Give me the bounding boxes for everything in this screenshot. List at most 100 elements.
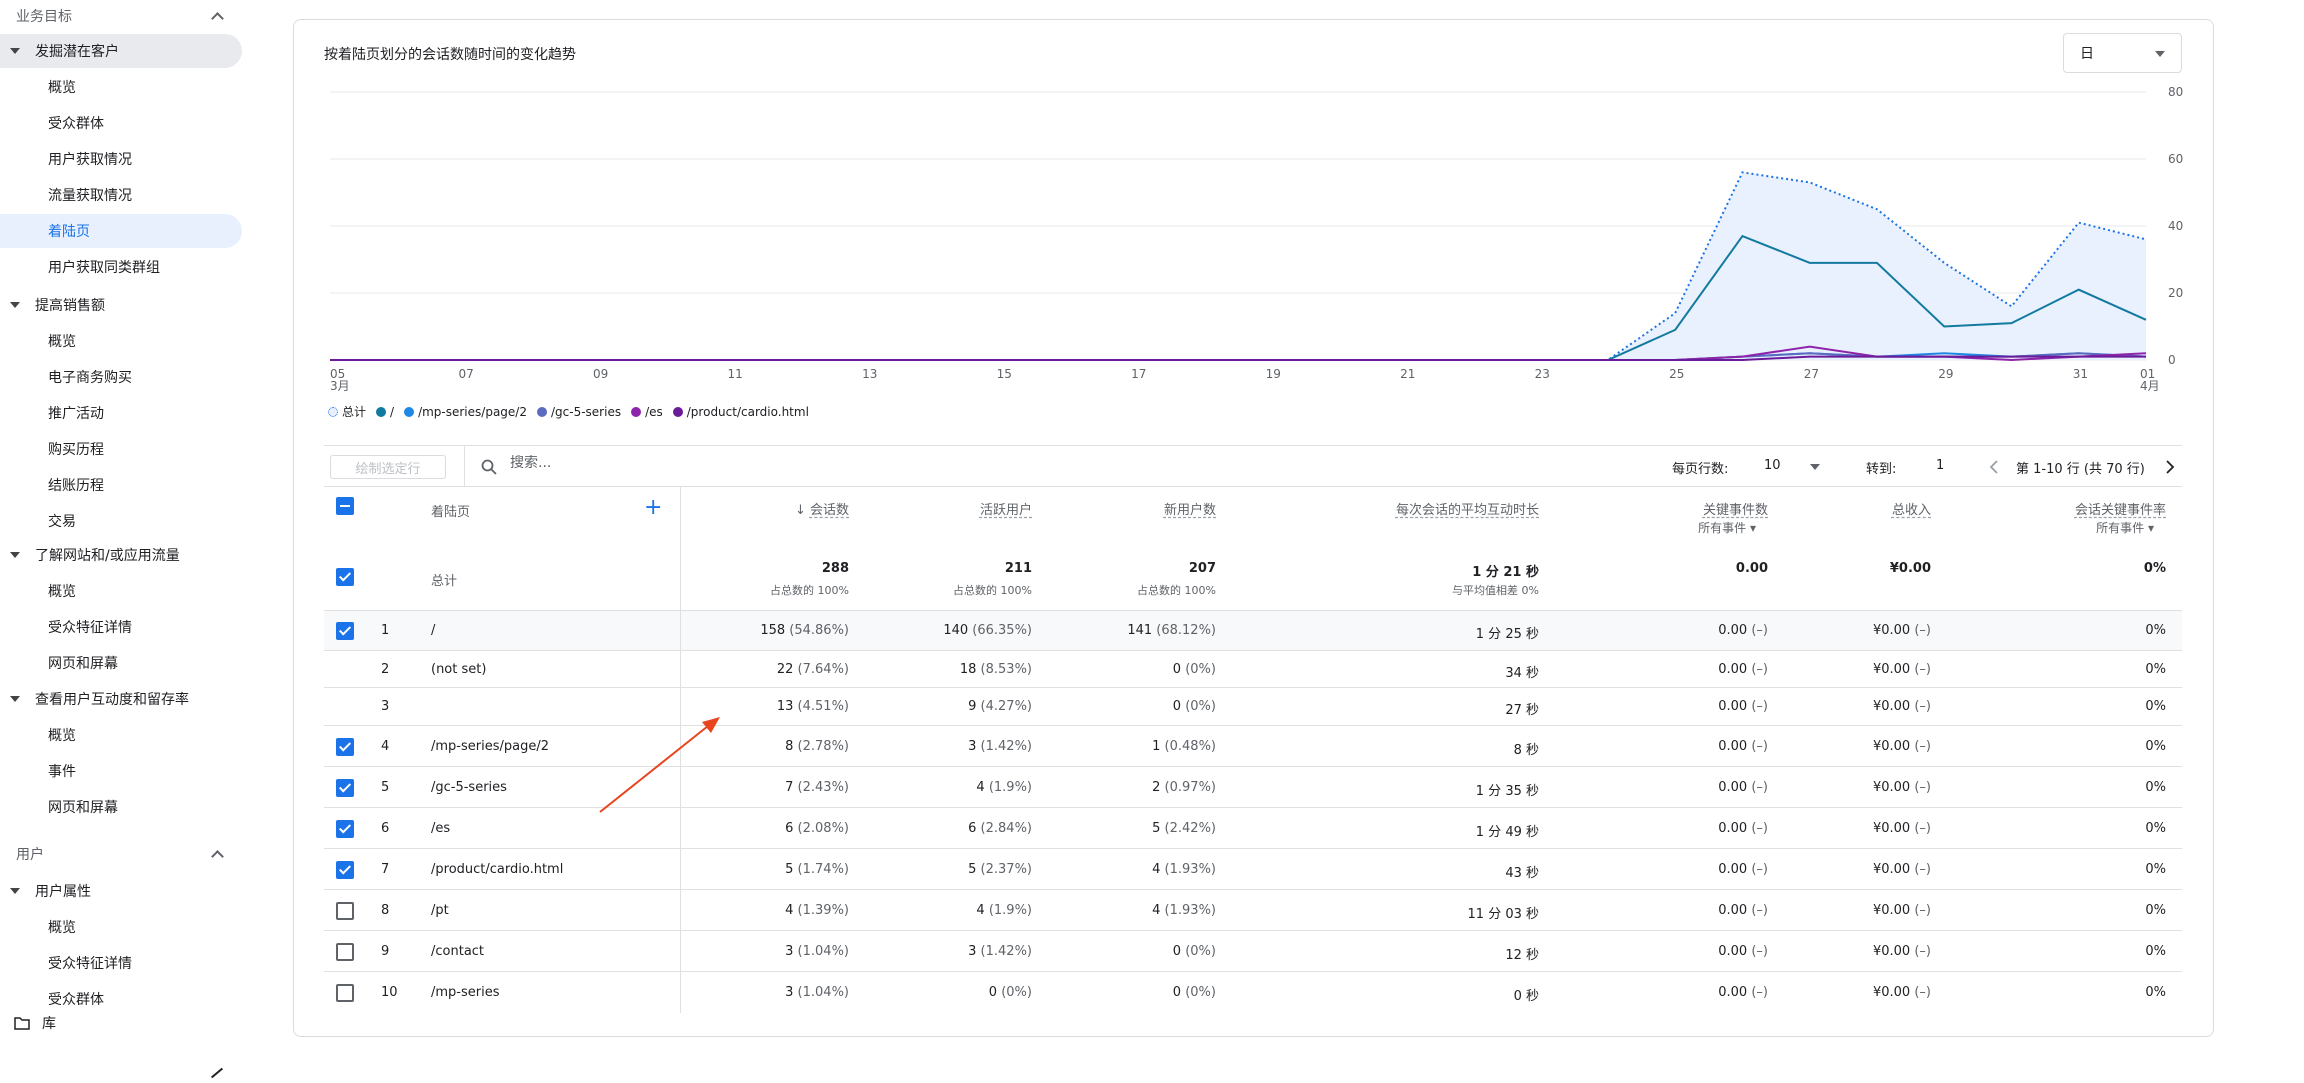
x-tick-label: 11 bbox=[728, 367, 743, 381]
chevron-down-icon bbox=[2155, 51, 2165, 57]
table-row[interactable]: 8/pt 4 (1.39%) 4 (1.9%) 4 (1.93%) 11 分 03 秒0… bbox=[324, 890, 2182, 931]
column-header[interactable]: 会话关键事件率 bbox=[2075, 499, 2166, 518]
plot-rows-button[interactable]: 绘制选定行 bbox=[330, 455, 446, 479]
collapse-icon[interactable] bbox=[210, 1067, 224, 1079]
sidebar-item[interactable]: 受众特征详情 bbox=[0, 610, 242, 644]
cell-key_events: 0.00 (–) bbox=[1718, 780, 1768, 795]
folder-icon bbox=[14, 1016, 30, 1030]
sidebar-item[interactable]: 结账历程 bbox=[0, 468, 242, 502]
column-header[interactable]: 活跃用户 bbox=[980, 499, 1032, 518]
cell-sessions: 13 (4.51%) bbox=[777, 699, 849, 714]
sidebar-item[interactable]: 电子商务购买 bbox=[0, 360, 242, 394]
row-checkbox[interactable] bbox=[336, 738, 354, 756]
goto-page-input[interactable]: 1 bbox=[1936, 458, 1944, 473]
sidebar-group[interactable]: 提高销售额 bbox=[0, 288, 242, 322]
granularity-dropdown[interactable]: 日 bbox=[2063, 33, 2182, 73]
cell-value: ¥0.00 bbox=[1872, 662, 1911, 677]
column-header[interactable]: 每次会话的平均互动时长 bbox=[1396, 499, 1539, 518]
cell-percent: (–) bbox=[1914, 985, 1931, 1000]
chevron-down-icon[interactable] bbox=[1810, 464, 1820, 470]
row-checkbox[interactable] bbox=[336, 820, 354, 838]
legend-item[interactable]: /es bbox=[631, 405, 663, 419]
section-label: 业务目标 bbox=[16, 9, 72, 25]
row-checkbox[interactable] bbox=[336, 902, 354, 920]
column-header[interactable]: 新用户数 bbox=[1164, 499, 1216, 518]
column-sub-dropdown[interactable]: 所有事件 ▾ bbox=[2096, 519, 2154, 536]
sidebar-item[interactable]: 推广活动 bbox=[0, 396, 242, 430]
sidebar-item[interactable]: 事件 bbox=[0, 754, 242, 788]
column-sub-dropdown[interactable]: 所有事件 ▾ bbox=[1698, 519, 1756, 536]
row-index: 1 bbox=[381, 623, 390, 638]
cell-key_events: 0.00 (–) bbox=[1718, 739, 1768, 754]
sidebar-item[interactable]: 概览 bbox=[0, 910, 242, 944]
sidebar-item[interactable]: 用户获取同类群组 bbox=[0, 250, 242, 284]
rows-per-page-select[interactable]: 10 bbox=[1764, 458, 1781, 473]
sidebar-item[interactable]: 购买历程 bbox=[0, 432, 242, 466]
cell-value: ¥0.00 bbox=[1872, 821, 1911, 836]
legend-dot bbox=[328, 406, 338, 417]
sidebar-group[interactable]: 用户属性 bbox=[0, 874, 242, 908]
table-row[interactable]: 2 (not set) 22 (7.64%) 18 (8.53%) 0 (0%) 34 秒… bbox=[324, 651, 2182, 688]
sidebar-item[interactable]: 概览 bbox=[0, 70, 242, 104]
sidebar-item[interactable]: 流量获取情况 bbox=[0, 178, 242, 212]
sidebar-item[interactable]: 受众特征详情 bbox=[0, 946, 242, 980]
select-all-checkbox[interactable] bbox=[336, 497, 354, 515]
row-checkbox[interactable] bbox=[336, 984, 354, 1002]
cell-percent: (1.39%) bbox=[797, 903, 849, 918]
cell-revenue: ¥0.00 (–) bbox=[1873, 699, 1931, 714]
legend-item[interactable]: / bbox=[376, 405, 394, 419]
sidebar-item[interactable]: 概览 bbox=[0, 718, 242, 752]
table-row[interactable]: 10/mp-series 3 (1.04%) 0 (0%) 0 (0%) 0 秒 0.00… bbox=[324, 972, 2182, 1013]
cell-value: 0 bbox=[1172, 985, 1182, 1000]
legend-item[interactable]: /gc-5-series bbox=[536, 405, 621, 419]
sidebar-section-header[interactable]: 用户 bbox=[0, 838, 242, 870]
legend-item[interactable]: 总计 bbox=[328, 403, 366, 420]
search-input[interactable] bbox=[510, 455, 810, 471]
sidebar-section-header[interactable]: 业务目标 bbox=[0, 0, 242, 32]
add-dimension-icon[interactable]: + bbox=[644, 495, 662, 520]
sidebar-item[interactable]: 着陆页 bbox=[0, 214, 242, 248]
sidebar-item[interactable]: 网页和屏幕 bbox=[0, 790, 242, 824]
cell-avg: 0 秒 bbox=[1514, 985, 1539, 1004]
sidebar-group[interactable]: 发掘潜在客户 bbox=[0, 34, 242, 68]
sidebar-item[interactable]: 概览 bbox=[0, 574, 242, 608]
row-checkbox[interactable] bbox=[336, 943, 354, 961]
sidebar-item[interactable]: 受众群体 bbox=[0, 106, 242, 140]
cell-percent: (68.12%) bbox=[1156, 623, 1216, 638]
sidebar-item[interactable]: 网页和屏幕 bbox=[0, 646, 242, 680]
row-index: 3 bbox=[381, 699, 390, 714]
landing-page: /gc-5-series bbox=[431, 780, 507, 795]
column-header[interactable]: 关键事件数 bbox=[1703, 499, 1768, 518]
sidebar-item[interactable]: 交易 bbox=[0, 504, 242, 538]
legend-item[interactable]: /mp-series/page/2 bbox=[404, 405, 527, 419]
cell-value: ¥0.00 bbox=[1872, 739, 1911, 754]
cell-percent: (0%) bbox=[1001, 985, 1032, 1000]
cell-percent: (–) bbox=[1914, 739, 1931, 754]
row-checkbox[interactable] bbox=[336, 861, 354, 879]
cell-new: 0 (0%) bbox=[1173, 944, 1216, 959]
legend-item[interactable]: /product/cardio.html bbox=[672, 405, 809, 419]
column-header[interactable]: ↓ 会话数 bbox=[795, 499, 849, 518]
row-checkbox[interactable] bbox=[336, 622, 354, 640]
library-item[interactable]: 库 bbox=[0, 1005, 252, 1041]
cell-percent: (–) bbox=[1914, 944, 1931, 959]
chevron-right-icon[interactable] bbox=[2164, 459, 2176, 475]
chevron-left-icon[interactable] bbox=[1988, 459, 2000, 475]
sidebar-group[interactable]: 查看用户互动度和留存率 bbox=[0, 682, 242, 716]
x-tick-label: 15 bbox=[997, 367, 1012, 381]
cell-percent: (4.27%) bbox=[980, 699, 1032, 714]
row-checkbox[interactable] bbox=[336, 779, 354, 797]
legend-dot bbox=[631, 406, 642, 417]
sidebar-item[interactable]: 用户获取情况 bbox=[0, 142, 242, 176]
sidebar-item[interactable]: 概览 bbox=[0, 324, 242, 358]
column-header[interactable]: 总收入 bbox=[1892, 499, 1931, 518]
table-row[interactable]: 7/product/cardio.html 5 (1.74%) 5 (2.37%) 4… bbox=[324, 849, 2182, 890]
totals-value: 211 bbox=[1004, 561, 1032, 576]
cell-value: 1 分 25 秒 bbox=[1475, 627, 1539, 642]
totals-checkbox[interactable] bbox=[336, 568, 354, 586]
y-tick-label: 40 bbox=[2168, 219, 2183, 233]
sidebar-group[interactable]: 了解网站和/或应用流量 bbox=[0, 538, 242, 572]
table-row[interactable]: 1 / 158 (54.86%) 140 (66.35%) 141 (68.12%) 1 … bbox=[324, 611, 2182, 651]
table-row[interactable]: 9/contact 3 (1.04%) 3 (1.42%) 0 (0%) 12 秒 0.0… bbox=[324, 931, 2182, 972]
dimension-header[interactable]: 着陆页 bbox=[431, 501, 470, 520]
